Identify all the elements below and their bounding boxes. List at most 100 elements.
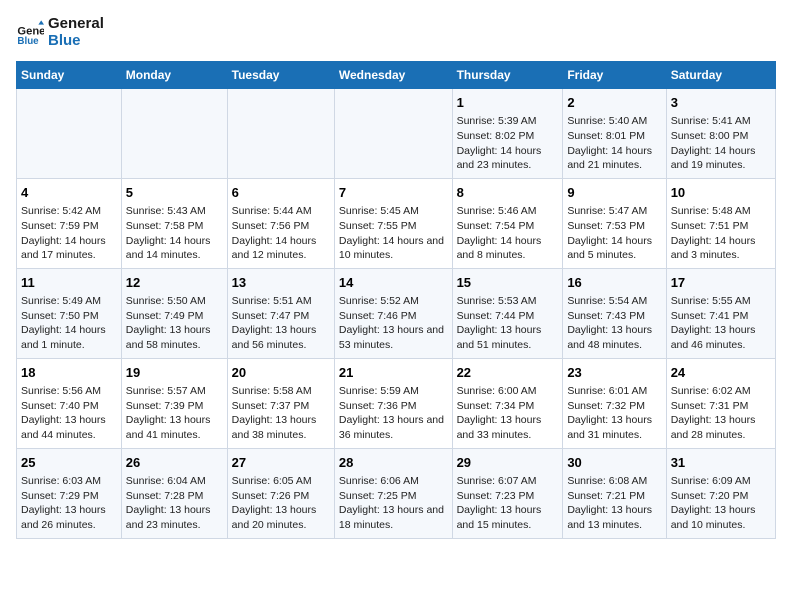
- logo: General Blue General Blue: [16, 16, 104, 49]
- calendar-cell: 31Sunrise: 6:09 AM Sunset: 7:20 PM Dayli…: [666, 448, 775, 538]
- week-row-1: 1 Sunrise: 5:39 AM Sunset: 8:02 PM Daylig…: [17, 89, 776, 179]
- week-row-2: 4 Sunrise: 5:42 AM Sunset: 7:59 PM Daylig…: [17, 178, 776, 268]
- logo-text-line1: General: [48, 16, 104, 33]
- cell-info: Sunrise: 5:40 AM Sunset: 8:01 PM Dayligh…: [567, 114, 661, 173]
- calendar-table: SundayMondayTuesdayWednesdayThursdayFrid…: [16, 61, 776, 539]
- calendar-cell: 9 Sunrise: 5:47 AM Sunset: 7:53 PM Daylig…: [563, 178, 666, 268]
- weekday-header-wednesday: Wednesday: [334, 62, 452, 89]
- cell-info: Sunrise: 5:58 AM Sunset: 7:37 PM Dayligh…: [232, 384, 330, 443]
- cell-info: Sunrise: 5:55 AM Sunset: 7:41 PM Dayligh…: [671, 294, 771, 353]
- day-number: 23: [567, 364, 661, 382]
- calendar-cell: 16 Sunrise: 5:54 AM Sunset: 7:43 PM Dayli…: [563, 268, 666, 358]
- weekday-header-sunday: Sunday: [17, 62, 122, 89]
- cell-info: Sunrise: 5:45 AM Sunset: 7:55 PM Dayligh…: [339, 204, 448, 263]
- cell-info: Sunrise: 5:51 AM Sunset: 7:47 PM Dayligh…: [232, 294, 330, 353]
- calendar-cell: 29Sunrise: 6:07 AM Sunset: 7:23 PM Dayli…: [452, 448, 563, 538]
- day-number: 20: [232, 364, 330, 382]
- calendar-cell: [227, 89, 334, 179]
- day-number: 18: [21, 364, 117, 382]
- calendar-cell: 18 Sunrise: 5:56 AM Sunset: 7:40 PM Dayli…: [17, 358, 122, 448]
- cell-info: Sunrise: 5:54 AM Sunset: 7:43 PM Dayligh…: [567, 294, 661, 353]
- cell-info: Sunrise: 6:00 AM Sunset: 7:34 PM Dayligh…: [457, 384, 559, 443]
- calendar-cell: 26 Sunrise: 6:04 AM Sunset: 7:28 PM Dayli…: [121, 448, 227, 538]
- calendar-cell: 23 Sunrise: 6:01 AM Sunset: 7:32 PM Dayli…: [563, 358, 666, 448]
- cell-info: Sunrise: 5:41 AM Sunset: 8:00 PM Dayligh…: [671, 114, 771, 173]
- cell-info: Sunrise: 5:46 AM Sunset: 7:54 PM Dayligh…: [457, 204, 559, 263]
- calendar-cell: 10Sunrise: 5:48 AM Sunset: 7:51 PM Dayli…: [666, 178, 775, 268]
- day-number: 7: [339, 184, 448, 202]
- cell-info: Sunrise: 5:50 AM Sunset: 7:49 PM Dayligh…: [126, 294, 223, 353]
- day-number: 28: [339, 454, 448, 472]
- calendar-cell: 7 Sunrise: 5:45 AM Sunset: 7:55 PM Daylig…: [334, 178, 452, 268]
- day-number: 27: [232, 454, 330, 472]
- cell-info: Sunrise: 6:06 AM Sunset: 7:25 PM Dayligh…: [339, 474, 448, 533]
- day-number: 8: [457, 184, 559, 202]
- calendar-cell: 1 Sunrise: 5:39 AM Sunset: 8:02 PM Daylig…: [452, 89, 563, 179]
- cell-info: Sunrise: 6:01 AM Sunset: 7:32 PM Dayligh…: [567, 384, 661, 443]
- calendar-cell: 15Sunrise: 5:53 AM Sunset: 7:44 PM Dayli…: [452, 268, 563, 358]
- calendar-cell: [121, 89, 227, 179]
- day-number: 19: [126, 364, 223, 382]
- day-number: 11: [21, 274, 117, 292]
- weekday-header-friday: Friday: [563, 62, 666, 89]
- cell-info: Sunrise: 5:59 AM Sunset: 7:36 PM Dayligh…: [339, 384, 448, 443]
- calendar-cell: [17, 89, 122, 179]
- calendar-cell: 8 Sunrise: 5:46 AM Sunset: 7:54 PM Daylig…: [452, 178, 563, 268]
- calendar-cell: 12 Sunrise: 5:50 AM Sunset: 7:49 PM Dayli…: [121, 268, 227, 358]
- calendar-cell: 17 Sunrise: 5:55 AM Sunset: 7:41 PM Dayli…: [666, 268, 775, 358]
- cell-info: Sunrise: 6:03 AM Sunset: 7:29 PM Dayligh…: [21, 474, 117, 533]
- weekday-header-saturday: Saturday: [666, 62, 775, 89]
- calendar-cell: 5 Sunrise: 5:43 AM Sunset: 7:58 PM Daylig…: [121, 178, 227, 268]
- day-number: 26: [126, 454, 223, 472]
- page-header: General Blue General Blue: [16, 16, 776, 49]
- day-number: 1: [457, 94, 559, 112]
- cell-info: Sunrise: 6:09 AM Sunset: 7:20 PM Dayligh…: [671, 474, 771, 533]
- cell-info: Sunrise: 5:47 AM Sunset: 7:53 PM Dayligh…: [567, 204, 661, 263]
- week-row-5: 25 Sunrise: 6:03 AM Sunset: 7:29 PM Dayli…: [17, 448, 776, 538]
- day-number: 4: [21, 184, 117, 202]
- logo-text-line2: Blue: [48, 33, 104, 50]
- cell-info: Sunrise: 5:49 AM Sunset: 7:50 PM Dayligh…: [21, 294, 117, 353]
- weekday-header-tuesday: Tuesday: [227, 62, 334, 89]
- calendar-cell: 22 Sunrise: 6:00 AM Sunset: 7:34 PM Dayli…: [452, 358, 563, 448]
- cell-info: Sunrise: 5:56 AM Sunset: 7:40 PM Dayligh…: [21, 384, 117, 443]
- day-number: 12: [126, 274, 223, 292]
- day-number: 25: [21, 454, 117, 472]
- day-number: 22: [457, 364, 559, 382]
- cell-info: Sunrise: 5:39 AM Sunset: 8:02 PM Dayligh…: [457, 114, 559, 173]
- cell-info: Sunrise: 5:42 AM Sunset: 7:59 PM Dayligh…: [21, 204, 117, 263]
- calendar-cell: 13 Sunrise: 5:51 AM Sunset: 7:47 PM Dayli…: [227, 268, 334, 358]
- calendar-cell: 20 Sunrise: 5:58 AM Sunset: 7:37 PM Dayli…: [227, 358, 334, 448]
- logo-icon: General Blue: [16, 19, 44, 47]
- day-number: 15: [457, 274, 559, 292]
- cell-info: Sunrise: 5:52 AM Sunset: 7:46 PM Dayligh…: [339, 294, 448, 353]
- day-number: 29: [457, 454, 559, 472]
- calendar-cell: 30Sunrise: 6:08 AM Sunset: 7:21 PM Dayli…: [563, 448, 666, 538]
- cell-info: Sunrise: 5:44 AM Sunset: 7:56 PM Dayligh…: [232, 204, 330, 263]
- calendar-cell: 3 Sunrise: 5:41 AM Sunset: 8:00 PM Daylig…: [666, 89, 775, 179]
- calendar-cell: 14Sunrise: 5:52 AM Sunset: 7:46 PM Dayli…: [334, 268, 452, 358]
- day-number: 9: [567, 184, 661, 202]
- cell-info: Sunrise: 6:02 AM Sunset: 7:31 PM Dayligh…: [671, 384, 771, 443]
- weekday-header-monday: Monday: [121, 62, 227, 89]
- calendar-cell: [334, 89, 452, 179]
- cell-info: Sunrise: 5:43 AM Sunset: 7:58 PM Dayligh…: [126, 204, 223, 263]
- weekday-header-thursday: Thursday: [452, 62, 563, 89]
- day-number: 2: [567, 94, 661, 112]
- day-number: 5: [126, 184, 223, 202]
- cell-info: Sunrise: 5:57 AM Sunset: 7:39 PM Dayligh…: [126, 384, 223, 443]
- calendar-cell: 4 Sunrise: 5:42 AM Sunset: 7:59 PM Daylig…: [17, 178, 122, 268]
- calendar-cell: 19 Sunrise: 5:57 AM Sunset: 7:39 PM Dayli…: [121, 358, 227, 448]
- day-number: 17: [671, 274, 771, 292]
- week-row-3: 11 Sunrise: 5:49 AM Sunset: 7:50 PM Dayli…: [17, 268, 776, 358]
- cell-info: Sunrise: 6:04 AM Sunset: 7:28 PM Dayligh…: [126, 474, 223, 533]
- day-number: 30: [567, 454, 661, 472]
- calendar-cell: 24Sunrise: 6:02 AM Sunset: 7:31 PM Dayli…: [666, 358, 775, 448]
- day-number: 3: [671, 94, 771, 112]
- cell-info: Sunrise: 5:48 AM Sunset: 7:51 PM Dayligh…: [671, 204, 771, 263]
- day-number: 13: [232, 274, 330, 292]
- calendar-cell: 6Sunrise: 5:44 AM Sunset: 7:56 PM Daylig…: [227, 178, 334, 268]
- calendar-cell: 25 Sunrise: 6:03 AM Sunset: 7:29 PM Dayli…: [17, 448, 122, 538]
- day-number: 16: [567, 274, 661, 292]
- day-number: 21: [339, 364, 448, 382]
